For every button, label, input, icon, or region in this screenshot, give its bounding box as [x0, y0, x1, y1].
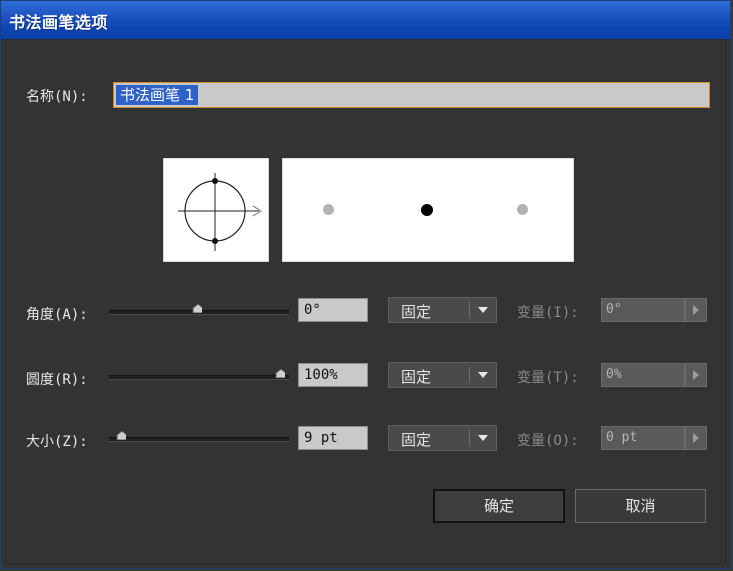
angle-label: 角度(A):: [26, 307, 88, 323]
chevron-down-icon: [478, 307, 488, 313]
ok-button[interactable]: 确定: [433, 489, 565, 523]
triangle-right-icon: [693, 433, 699, 443]
brush-angle-diagram: [178, 173, 262, 251]
preview-dot-main: [421, 204, 433, 216]
preview-dot-large: [517, 204, 528, 215]
size-variation-button[interactable]: [685, 426, 707, 450]
roundness-slider-thumb[interactable]: [275, 369, 285, 378]
triangle-right-icon: [693, 370, 699, 380]
name-label: 名称(N):: [26, 89, 88, 105]
name-value: 书法画笔 1: [116, 85, 199, 105]
chevron-down-icon: [478, 372, 488, 378]
size-slider-track[interactable]: [109, 437, 289, 442]
size-mode-select[interactable]: 固定: [388, 425, 497, 451]
roundness-slider-track[interactable]: [109, 375, 289, 380]
title-bar[interactable]: 书法画笔选项: [1, 1, 730, 40]
angle-variation-button[interactable]: [685, 298, 707, 322]
angle-mode-value: 固定: [401, 303, 432, 321]
chevron-down-icon: [478, 435, 488, 441]
roundness-variation-button[interactable]: [685, 363, 707, 387]
calligraphic-brush-dialog: 书法画笔选项 名称(N): 书法画笔 1 角度(A): 0° 固定 变量(I):…: [0, 0, 731, 569]
roundness-mode-select[interactable]: 固定: [388, 362, 497, 388]
preview-dot-small: [323, 204, 334, 215]
angle-variation-label: 变量(I):: [517, 305, 579, 321]
dialog-body: 名称(N): 书法画笔 1 角度(A): 0° 固定 变量(I): 0° 圆度(…: [5, 39, 726, 564]
size-variation-input[interactable]: 0 pt: [601, 426, 685, 450]
brush-shape-preview[interactable]: [163, 158, 269, 262]
angle-slider-thumb[interactable]: [192, 304, 202, 313]
roundness-mode-value: 固定: [401, 368, 432, 386]
size-input[interactable]: 9 pt: [298, 426, 368, 450]
window-title: 书法画笔选项: [9, 13, 109, 32]
angle-input[interactable]: 0°: [298, 298, 368, 322]
size-variation-label: 变量(O):: [517, 433, 579, 449]
name-field[interactable]: 书法画笔 1: [113, 82, 710, 108]
size-mode-value: 固定: [401, 431, 432, 449]
angle-variation-input[interactable]: 0°: [601, 298, 685, 322]
roundness-label: 圆度(R):: [26, 372, 88, 388]
cancel-button[interactable]: 取消: [575, 489, 706, 523]
angle-mode-select[interactable]: 固定: [388, 297, 497, 323]
size-slider-thumb[interactable]: [116, 431, 126, 440]
size-label: 大小(Z):: [26, 434, 88, 450]
triangle-right-icon: [693, 305, 699, 315]
brush-size-preview: [282, 158, 574, 262]
roundness-variation-label: 变量(T):: [517, 370, 579, 386]
roundness-variation-input[interactable]: 0%: [601, 363, 685, 387]
roundness-input[interactable]: 100%: [298, 363, 368, 387]
